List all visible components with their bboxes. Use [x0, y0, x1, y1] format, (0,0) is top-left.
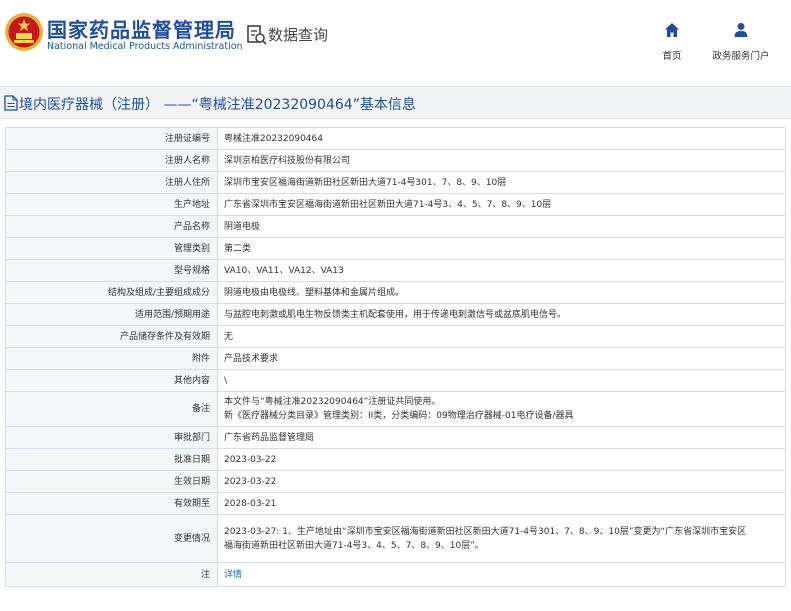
- row-value: 2023-03-27: 1、生产地址由“深圳市宝安区福海街道新田社区新田大道71…: [217, 514, 786, 563]
- nav-portal-button[interactable]: 政务服务门户: [706, 22, 776, 62]
- row-label: 变更情况: [5, 514, 218, 563]
- row-value: 本文件与“粤械注准20232090464”注册证共同使用。 新《医疗器械分类目录…: [217, 391, 786, 427]
- row-label: 适用范围/预期用途: [5, 303, 218, 326]
- row-value: 2023-03-22: [217, 470, 786, 493]
- row-label: 有效期至: [5, 492, 218, 515]
- row-label: 审批部门: [5, 426, 218, 449]
- row-value: 2023-03-22: [217, 448, 786, 471]
- table-row: 注册证编号 粤械注准20232090464: [5, 127, 786, 150]
- row-value: 详情: [217, 562, 786, 587]
- row-value: \: [217, 369, 786, 392]
- site-title-en: National Medical Products Administration: [47, 41, 243, 52]
- site-title-cn: 国家药品监督管理局: [47, 18, 236, 42]
- row-label: 型号规格: [5, 259, 218, 282]
- table-row: 适用范围/预期用途 与盆腔电刺激或肌电生物反馈类主机配套使用，用于传递电刺激信号…: [5, 303, 786, 326]
- table-row: 变更情况 2023-03-27: 1、生产地址由“深圳市宝安区福海街道新田社区新…: [5, 514, 786, 563]
- row-label: 其他内容: [5, 369, 218, 392]
- national-emblem-icon: [5, 13, 43, 51]
- table-row: 结构及组成/主要组成成分 阴道电极由电极线、塑料基体和金属片组成。: [5, 281, 786, 304]
- row-label: 注: [5, 562, 218, 587]
- row-value: 第二类: [217, 237, 786, 260]
- row-label: 生效日期: [5, 470, 218, 493]
- table-row: 批准日期 2023-03-22: [5, 448, 786, 471]
- row-value: VA10、VA11、VA12、VA13: [217, 259, 786, 282]
- row-label: 管理类别: [5, 237, 218, 260]
- row-value: 广东省药品监督管理局: [217, 426, 786, 449]
- table-row: 产品储存条件及有效期 无: [5, 325, 786, 348]
- row-label: 注册人名称: [5, 149, 218, 172]
- user-icon: [734, 23, 748, 37]
- row-value: 阴道电极由电极线、塑料基体和金属片组成。: [217, 281, 786, 304]
- detail-link[interactable]: 详情: [224, 570, 242, 580]
- row-value: 阴道电极: [217, 215, 786, 238]
- row-value: 与盆腔电刺激或肌电生物反馈类主机配套使用，用于传递电刺激信号或盆底肌电信号。: [217, 303, 786, 326]
- row-value: 2028-03-21: [217, 492, 786, 515]
- page-title-bar: 境内医疗器械（注册） ——“粤械注准20232090464”基本信息: [0, 86, 791, 119]
- table-row: 产品名称 阴道电极: [5, 215, 786, 238]
- remark-line: 本文件与“粤械注准20232090464”注册证共同使用。: [224, 397, 441, 407]
- nav-home-label: 首页: [662, 51, 682, 62]
- change-line: 福海街道新田社区新田大道71-4号3、4、5、7、8、9、10层”。: [224, 540, 484, 551]
- home-icon: [665, 23, 679, 37]
- remark-line: 新《医疗器械分类目录》管理类别：II类，分类编码：09物理治疗器械-01电疗设备…: [224, 411, 574, 421]
- nav-portal-label: 政务服务门户: [712, 51, 770, 62]
- row-value: 深圳市宝安区福海街道新田社区新田大道71-4号301、7、8、9、10层: [217, 171, 786, 194]
- data-query-icon: [247, 25, 267, 45]
- row-label: 结构及组成/主要组成成分: [5, 281, 218, 304]
- table-row: 附件 产品技术要求: [5, 347, 786, 370]
- row-label: 产品储存条件及有效期: [5, 325, 218, 348]
- row-label: 批准日期: [5, 448, 218, 471]
- site-header: 国家药品监督管理局 National Medical Products Admi…: [0, 0, 791, 72]
- row-label: 附件: [5, 347, 218, 370]
- table-row: 注册人住所 深圳市宝安区福海街道新田社区新田大道71-4号301、7、8、9、1…: [5, 171, 786, 194]
- table-row: 备注 本文件与“粤械注准20232090464”注册证共同使用。 新《医疗器械分…: [5, 391, 786, 427]
- row-value: 深圳京柏医疗科技股份有限公司: [217, 149, 786, 172]
- row-label: 生产地址: [5, 193, 218, 216]
- row-label: 注册证编号: [5, 127, 218, 150]
- table-row: 注册人名称 深圳京柏医疗科技股份有限公司: [5, 149, 786, 172]
- document-icon: [4, 95, 18, 111]
- row-label: 产品名称: [5, 215, 218, 238]
- row-value: 粤械注准20232090464: [217, 127, 786, 150]
- table-row: 审批部门 广东省药品监督管理局: [5, 426, 786, 449]
- table-row: 注 详情: [5, 562, 786, 587]
- row-value: 产品技术要求: [217, 347, 786, 370]
- row-value: 无: [217, 325, 786, 348]
- change-line: 2023-03-27: 1、生产地址由“深圳市宝安区福海街道新田社区新田大道71…: [224, 526, 747, 537]
- table-row: 生效日期 2023-03-22: [5, 470, 786, 493]
- row-label: 备注: [5, 391, 218, 427]
- table-row: 有效期至 2028-03-21: [5, 492, 786, 515]
- table-row: 生产地址 广东省深圳市宝安区福海街道新田社区新田大道71-4号3、4、5、7、8…: [5, 193, 786, 216]
- nav-home-button[interactable]: 首页: [654, 22, 690, 62]
- table-row: 其他内容 \: [5, 369, 786, 392]
- registration-info-table: 注册证编号 粤械注准20232090464 注册人名称 深圳京柏医疗科技股份有限…: [5, 127, 786, 587]
- row-label: 注册人住所: [5, 171, 218, 194]
- table-row: 管理类别 第二类: [5, 237, 786, 260]
- data-query-label[interactable]: 数据查询: [268, 24, 328, 45]
- page-title: 境内医疗器械（注册） ——“粤械注准20232090464”基本信息: [19, 97, 416, 113]
- row-value: 广东省深圳市宝安区福海街道新田社区新田大道71-4号3、4、5、7、8、9、10…: [217, 193, 786, 216]
- table-row: 型号规格 VA10、VA11、VA12、VA13: [5, 259, 786, 282]
